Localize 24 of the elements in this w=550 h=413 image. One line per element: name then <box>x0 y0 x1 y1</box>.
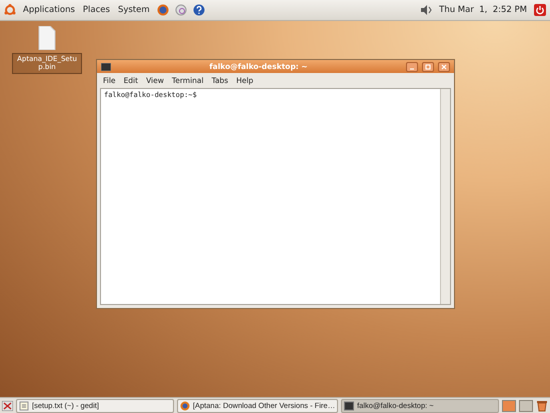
menu-item[interactable]: Applications <box>22 5 76 15</box>
power-icon[interactable] <box>534 4 546 16</box>
workspace-button[interactable] <box>519 400 533 412</box>
maximize-icon <box>425 64 431 70</box>
help-icon[interactable] <box>192 4 205 16</box>
minimize-button[interactable] <box>406 62 418 72</box>
maximize-button[interactable] <box>422 62 434 72</box>
trash-icon[interactable] <box>536 400 548 412</box>
clock[interactable]: Thu Mar 1, 2:52 PM <box>438 5 528 15</box>
logo-icon <box>4 4 16 16</box>
globe-icon[interactable] <box>156 4 169 16</box>
show-desktop-icon[interactable] <box>2 400 13 410</box>
file-icon[interactable] <box>38 26 56 50</box>
terminal-icon <box>344 400 354 410</box>
globe-icon <box>180 400 190 410</box>
close-button[interactable] <box>438 62 450 72</box>
menu-item[interactable]: Places <box>82 5 111 15</box>
close-icon <box>441 64 447 70</box>
terminal-icon <box>101 62 111 70</box>
notepad-icon <box>19 400 29 410</box>
speaker-icon[interactable] <box>420 4 432 16</box>
workspace-button[interactable] <box>502 400 516 412</box>
scrollbar[interactable] <box>440 89 450 304</box>
menu-item[interactable]: System <box>116 5 151 15</box>
